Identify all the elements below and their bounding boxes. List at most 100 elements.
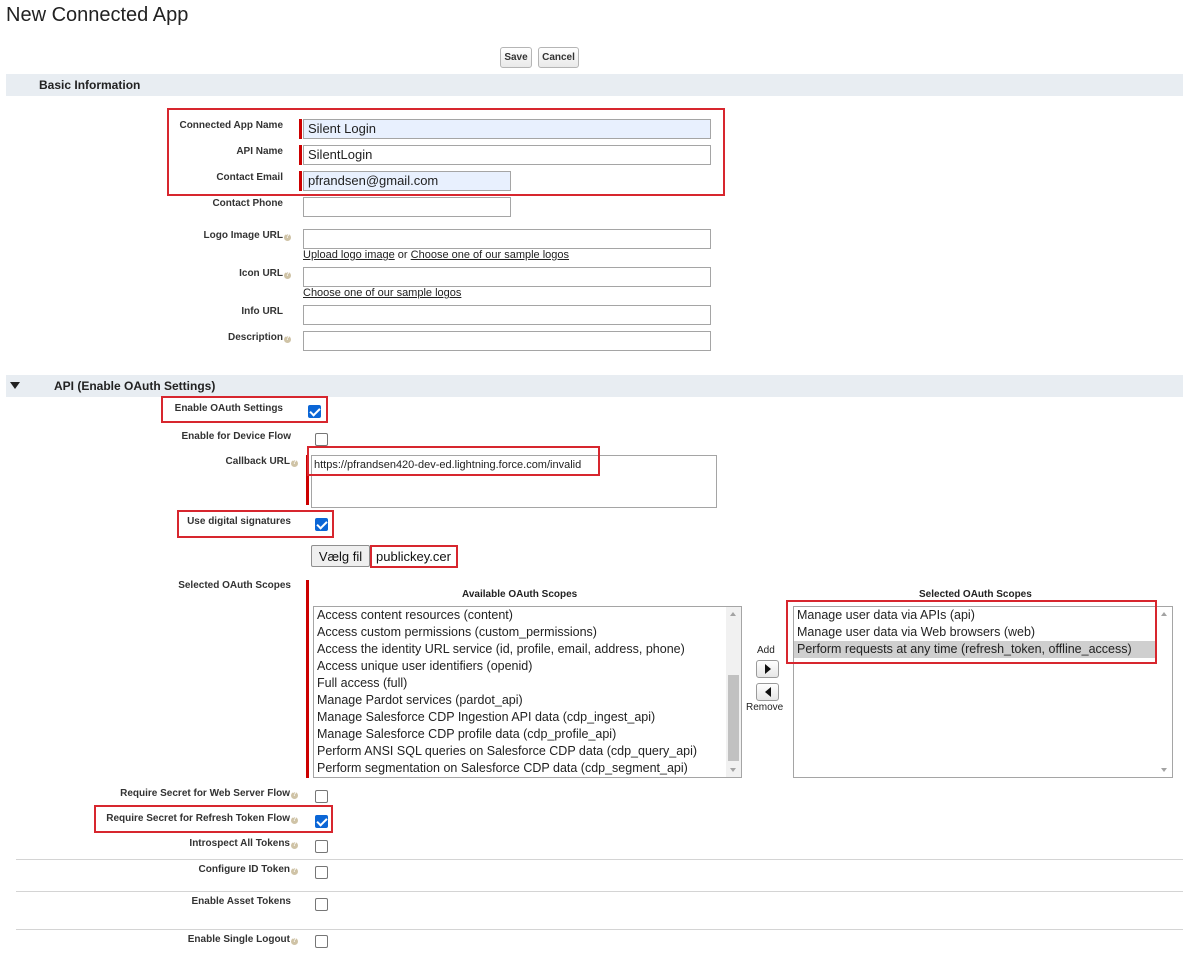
scroll-up-icon[interactable] <box>730 612 736 616</box>
device-flow-checkbox[interactable] <box>315 433 328 446</box>
help-icon[interactable]: ? <box>291 817 298 824</box>
secret-web-server-label: Require Secret for Web Server Flow? <box>120 788 298 799</box>
add-label: Add <box>757 645 775 656</box>
scope-option[interactable]: Access the identity URL service (id, pro… <box>314 641 741 658</box>
cancel-button[interactable]: Cancel <box>538 47 579 68</box>
or-text: or <box>397 249 408 261</box>
secret-web-server-checkbox[interactable] <box>315 790 328 803</box>
contact-email-input[interactable]: pfrandsen@gmail.com <box>303 171 511 191</box>
secret-refresh-token-text: Require Secret for Refresh Token Flow <box>106 813 290 824</box>
connected-app-name-input[interactable]: Silent Login <box>303 119 711 139</box>
choose-sample-icon-link[interactable]: Choose one of our sample logos <box>303 287 461 299</box>
scope-option[interactable]: Full access (full) <box>314 675 741 692</box>
required-indicator <box>299 119 302 139</box>
introspect-tokens-checkbox[interactable] <box>315 840 328 853</box>
api-name-label: API Name <box>236 146 283 157</box>
help-icon[interactable]: ? <box>291 792 298 799</box>
basic-information-header: Basic Information <box>6 74 1183 96</box>
help-icon[interactable]: ? <box>284 336 291 343</box>
scope-option[interactable]: Access unique user identifiers (openid) <box>314 658 741 675</box>
icon-url-text: Icon URL <box>239 268 283 279</box>
scrollbar[interactable] <box>726 607 741 777</box>
connected-app-name-label: Connected App Name <box>179 120 283 131</box>
icon-links: Choose one of our sample logos <box>303 287 461 299</box>
upload-logo-link[interactable]: Upload logo image <box>303 249 395 261</box>
secret-refresh-token-label: Require Secret for Refresh Token Flow? <box>106 813 298 824</box>
required-indicator <box>299 171 302 191</box>
logo-image-url-text: Logo Image URL <box>203 230 283 241</box>
required-indicator <box>306 580 309 778</box>
available-scopes-listbox[interactable]: Access content resources (content) Access… <box>313 606 742 778</box>
device-flow-label: Enable for Device Flow <box>181 431 291 442</box>
scope-option[interactable]: Manage Salesforce CDP Ingestion API data… <box>314 709 741 726</box>
remove-label: Remove <box>746 702 784 713</box>
icon-url-input[interactable] <box>303 267 711 287</box>
digital-signatures-checkbox[interactable] <box>315 518 328 531</box>
scrollbar[interactable] <box>1157 607 1172 777</box>
help-icon[interactable]: ? <box>284 272 291 279</box>
enable-single-logout-label: Enable Single Logout? <box>188 934 298 945</box>
add-scope-button[interactable] <box>756 660 779 678</box>
enable-asset-tokens-label: Enable Asset Tokens <box>191 896 291 907</box>
enable-oauth-label: Enable OAuth Settings <box>174 403 283 414</box>
highlight-file-name <box>370 545 458 568</box>
logo-links: Upload logo image or Choose one of our s… <box>303 249 569 261</box>
introspect-tokens-label: Introspect All Tokens? <box>189 838 298 849</box>
choose-file-button[interactable]: Vælg fil <box>311 545 370 567</box>
description-label: Description? <box>228 332 291 343</box>
divider <box>16 929 1183 930</box>
scrollbar-thumb[interactable] <box>728 675 739 761</box>
logo-image-url-input[interactable] <box>303 229 711 249</box>
secret-refresh-token-checkbox[interactable] <box>315 815 328 828</box>
triangle-down-icon[interactable] <box>10 382 20 389</box>
scroll-up-icon[interactable] <box>1161 612 1167 616</box>
configure-id-token-text: Configure ID Token <box>198 864 290 875</box>
available-scopes-header: Available OAuth Scopes <box>462 589 578 600</box>
basic-information-title: Basic Information <box>39 78 141 92</box>
arrow-right-icon <box>764 664 771 674</box>
secret-web-server-text: Require Secret for Web Server Flow <box>120 788 290 799</box>
help-icon[interactable]: ? <box>291 842 298 849</box>
choose-sample-logo-link[interactable]: Choose one of our sample logos <box>411 249 569 261</box>
description-text: Description <box>227 332 283 343</box>
help-icon[interactable]: ? <box>291 868 298 875</box>
divider <box>16 859 1183 860</box>
arrow-left-icon <box>764 687 771 697</box>
scope-option[interactable]: Access content resources (content) <box>314 607 741 624</box>
configure-id-token-label: Configure ID Token? <box>199 864 298 875</box>
logo-image-url-label: Logo Image URL? <box>204 230 291 241</box>
callback-url-text: Callback URL <box>225 456 290 467</box>
selected-scopes-header: Selected OAuth Scopes <box>919 589 1032 600</box>
scope-option[interactable]: Access custom permissions (custom_permis… <box>314 624 741 641</box>
help-icon[interactable]: ? <box>291 460 298 467</box>
contact-email-label: Contact Email <box>216 172 283 183</box>
remove-scope-button[interactable] <box>756 683 779 701</box>
api-section-header[interactable]: API (Enable OAuth Settings) <box>6 375 1183 397</box>
enable-asset-tokens-checkbox[interactable] <box>315 898 328 911</box>
info-url-input[interactable] <box>303 305 711 325</box>
page-title: New Connected App <box>6 4 189 26</box>
enable-oauth-checkbox[interactable] <box>308 405 321 418</box>
enable-single-logout-checkbox[interactable] <box>315 935 328 948</box>
scope-option[interactable]: Manage Salesforce CDP profile data (cdp_… <box>314 726 741 743</box>
description-input[interactable] <box>303 331 711 351</box>
info-url-label: Info URL <box>241 306 283 317</box>
help-icon[interactable]: ? <box>291 938 298 945</box>
selected-oauth-scopes-label: Selected OAuth Scopes <box>178 580 291 591</box>
highlight-selected-scopes <box>786 600 1157 664</box>
scroll-down-icon[interactable] <box>1161 768 1167 772</box>
save-button[interactable]: Save <box>500 47 532 68</box>
digital-signatures-label: Use digital signatures <box>187 516 291 527</box>
highlight-callback-url <box>307 446 600 476</box>
scope-option[interactable]: Perform ANSI SQL queries on Salesforce C… <box>314 743 741 760</box>
contact-phone-input[interactable] <box>303 197 511 217</box>
icon-url-label: Icon URL? <box>239 268 291 279</box>
scope-option[interactable]: Perform segmentation on Salesforce CDP d… <box>314 760 741 777</box>
configure-id-token-checkbox[interactable] <box>315 866 328 879</box>
callback-url-label: Callback URL? <box>226 456 298 467</box>
api-name-input[interactable]: SilentLogin <box>303 145 711 165</box>
scroll-down-icon[interactable] <box>730 768 736 772</box>
scope-option[interactable]: Manage Pardot services (pardot_api) <box>314 692 741 709</box>
help-icon[interactable]: ? <box>284 234 291 241</box>
required-indicator <box>299 145 302 165</box>
